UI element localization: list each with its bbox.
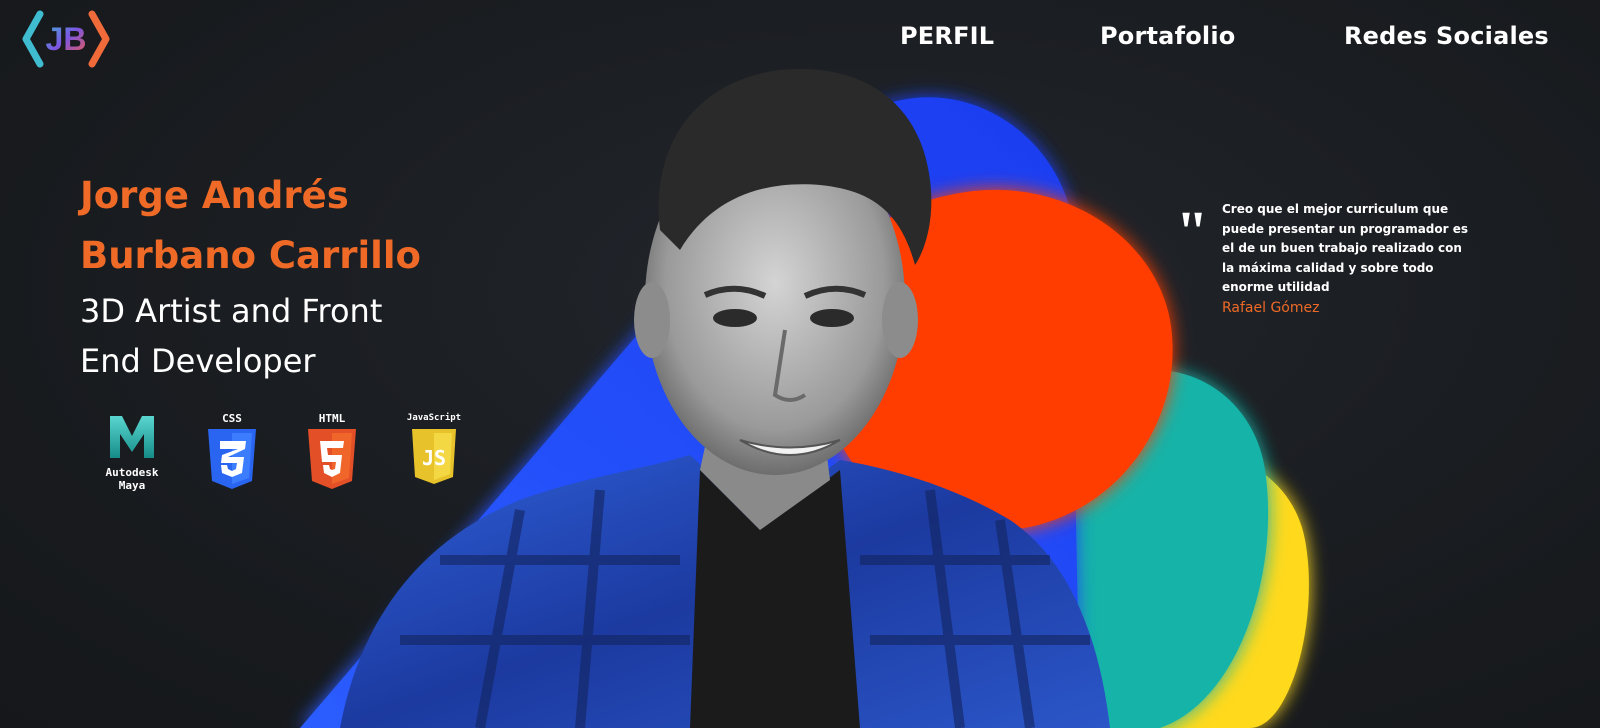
- css3-icon: [208, 429, 256, 489]
- js-icon: JS: [412, 429, 456, 484]
- tech-maya: Autodesk Maya: [96, 412, 168, 512]
- role-line-2: End Developer: [80, 342, 316, 380]
- name-line-2: Burbano Carrillo: [80, 234, 421, 277]
- hero-name: Jorge Andrés Burbano Carrillo: [80, 166, 500, 286]
- tech-css: CSS: [196, 412, 268, 512]
- tech-javascript: JavaScript JS: [398, 412, 470, 512]
- tech-html: HTML: [296, 412, 368, 512]
- tech-list: Autodesk Maya CSS HTML JavaScript JS: [96, 412, 476, 512]
- quote-text: Creo que el mejor curriculum que puede p…: [1222, 202, 1469, 294]
- maya-icon: [110, 416, 154, 458]
- html5-icon: [308, 429, 356, 489]
- quote-author: Rafael Gómez: [1222, 300, 1320, 316]
- quote-mark-icon: ": [1176, 199, 1209, 264]
- name-line-1: Jorge Andrés: [80, 174, 349, 217]
- tech-javascript-label: JavaScript: [406, 413, 462, 423]
- svg-text:JS: JS: [422, 446, 446, 470]
- tech-maya-label-1: Autodesk: [105, 466, 159, 479]
- tech-html-label: HTML: [318, 412, 346, 425]
- role-line-1: 3D Artist and Front: [80, 292, 383, 330]
- hero-role: 3D Artist and Front End Developer: [80, 286, 500, 386]
- tech-css-label: CSS: [222, 412, 242, 425]
- tech-maya-label-2: Maya: [118, 479, 146, 492]
